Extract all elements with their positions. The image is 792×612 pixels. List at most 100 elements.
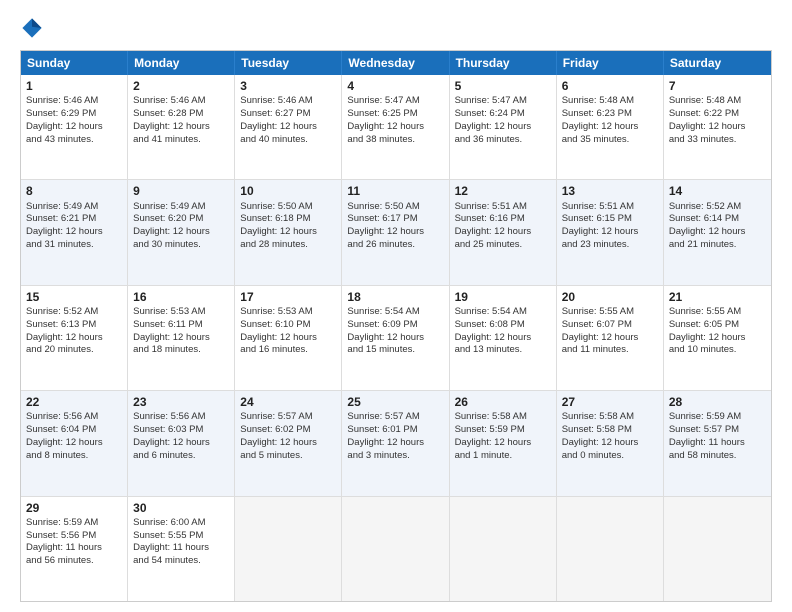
day-cell-9: 9Sunrise: 5:49 AMSunset: 6:20 PMDaylight… (128, 180, 235, 284)
day-detail: Sunset: 6:24 PM (455, 108, 551, 121)
day-detail: Daylight: 12 hours (26, 332, 122, 345)
day-detail: Sunset: 6:18 PM (240, 213, 336, 226)
day-detail: and 21 minutes. (669, 239, 766, 252)
day-detail: Daylight: 12 hours (26, 121, 122, 134)
day-cell-10: 10Sunrise: 5:50 AMSunset: 6:18 PMDayligh… (235, 180, 342, 284)
day-detail: Sunrise: 5:46 AM (240, 95, 336, 108)
day-detail: and 58 minutes. (669, 450, 766, 463)
day-detail: Sunset: 6:08 PM (455, 319, 551, 332)
day-detail: Sunrise: 5:48 AM (669, 95, 766, 108)
weekday-header-tuesday: Tuesday (235, 51, 342, 75)
weekday-header-saturday: Saturday (664, 51, 771, 75)
day-detail: Sunrise: 5:52 AM (26, 306, 122, 319)
day-detail: Daylight: 12 hours (133, 332, 229, 345)
day-detail: Daylight: 11 hours (669, 437, 766, 450)
header (20, 16, 772, 40)
day-number: 10 (240, 183, 336, 199)
day-detail: and 3 minutes. (347, 450, 443, 463)
day-detail: Sunset: 6:27 PM (240, 108, 336, 121)
day-detail: Daylight: 12 hours (562, 332, 658, 345)
logo-icon (20, 16, 44, 40)
day-detail: Sunset: 6:14 PM (669, 213, 766, 226)
day-detail: and 6 minutes. (133, 450, 229, 463)
day-detail: Daylight: 11 hours (133, 542, 229, 555)
day-detail: Sunrise: 5:49 AM (26, 201, 122, 214)
day-number: 29 (26, 500, 122, 516)
day-number: 11 (347, 183, 443, 199)
day-detail: Sunrise: 5:53 AM (133, 306, 229, 319)
day-cell-4: 4Sunrise: 5:47 AMSunset: 6:25 PMDaylight… (342, 75, 449, 179)
day-detail: Sunset: 5:57 PM (669, 424, 766, 437)
day-detail: Sunrise: 5:55 AM (669, 306, 766, 319)
day-detail: Sunset: 6:03 PM (133, 424, 229, 437)
day-detail: Sunset: 6:11 PM (133, 319, 229, 332)
day-number: 26 (455, 394, 551, 410)
day-number: 14 (669, 183, 766, 199)
day-detail: Daylight: 12 hours (347, 226, 443, 239)
day-detail: Daylight: 12 hours (347, 332, 443, 345)
day-detail: Sunrise: 5:58 AM (562, 411, 658, 424)
day-cell-8: 8Sunrise: 5:49 AMSunset: 6:21 PMDaylight… (21, 180, 128, 284)
day-detail: Sunrise: 5:46 AM (26, 95, 122, 108)
day-detail: Sunrise: 5:47 AM (455, 95, 551, 108)
day-detail: Sunset: 6:22 PM (669, 108, 766, 121)
day-detail: and 54 minutes. (133, 555, 229, 568)
day-detail: Daylight: 12 hours (562, 226, 658, 239)
day-detail: and 15 minutes. (347, 344, 443, 357)
day-detail: Sunset: 6:25 PM (347, 108, 443, 121)
day-detail: Daylight: 12 hours (455, 121, 551, 134)
day-detail: Sunset: 6:09 PM (347, 319, 443, 332)
day-cell-12: 12Sunrise: 5:51 AMSunset: 6:16 PMDayligh… (450, 180, 557, 284)
empty-cell (342, 497, 449, 601)
day-cell-28: 28Sunrise: 5:59 AMSunset: 5:57 PMDayligh… (664, 391, 771, 495)
day-detail: Daylight: 12 hours (669, 121, 766, 134)
day-cell-29: 29Sunrise: 5:59 AMSunset: 5:56 PMDayligh… (21, 497, 128, 601)
day-detail: and 20 minutes. (26, 344, 122, 357)
day-number: 22 (26, 394, 122, 410)
day-number: 2 (133, 78, 229, 94)
day-detail: and 5 minutes. (240, 450, 336, 463)
day-detail: Sunset: 6:05 PM (669, 319, 766, 332)
day-number: 24 (240, 394, 336, 410)
day-cell-26: 26Sunrise: 5:58 AMSunset: 5:59 PMDayligh… (450, 391, 557, 495)
calendar-body: 1Sunrise: 5:46 AMSunset: 6:29 PMDaylight… (21, 75, 771, 601)
weekday-header-sunday: Sunday (21, 51, 128, 75)
day-detail: and 40 minutes. (240, 134, 336, 147)
day-detail: and 1 minute. (455, 450, 551, 463)
day-detail: and 16 minutes. (240, 344, 336, 357)
day-detail: Sunset: 5:55 PM (133, 530, 229, 543)
calendar: SundayMondayTuesdayWednesdayThursdayFrid… (20, 50, 772, 602)
day-detail: and 11 minutes. (562, 344, 658, 357)
day-detail: and 0 minutes. (562, 450, 658, 463)
day-detail: and 10 minutes. (669, 344, 766, 357)
day-detail: and 25 minutes. (455, 239, 551, 252)
day-detail: Sunrise: 5:51 AM (562, 201, 658, 214)
day-detail: Sunset: 6:17 PM (347, 213, 443, 226)
day-detail: Sunrise: 5:55 AM (562, 306, 658, 319)
day-detail: and 35 minutes. (562, 134, 658, 147)
day-detail: Daylight: 12 hours (133, 437, 229, 450)
day-cell-1: 1Sunrise: 5:46 AMSunset: 6:29 PMDaylight… (21, 75, 128, 179)
day-detail: Sunrise: 5:53 AM (240, 306, 336, 319)
day-number: 17 (240, 289, 336, 305)
day-detail: Sunrise: 5:51 AM (455, 201, 551, 214)
day-detail: Daylight: 12 hours (455, 226, 551, 239)
calendar-row-4: 29Sunrise: 5:59 AMSunset: 5:56 PMDayligh… (21, 497, 771, 601)
calendar-row-3: 22Sunrise: 5:56 AMSunset: 6:04 PMDayligh… (21, 391, 771, 496)
day-detail: Daylight: 12 hours (562, 437, 658, 450)
day-detail: and 18 minutes. (133, 344, 229, 357)
day-detail: Daylight: 12 hours (240, 121, 336, 134)
day-number: 13 (562, 183, 658, 199)
day-cell-14: 14Sunrise: 5:52 AMSunset: 6:14 PMDayligh… (664, 180, 771, 284)
day-number: 21 (669, 289, 766, 305)
day-cell-23: 23Sunrise: 5:56 AMSunset: 6:03 PMDayligh… (128, 391, 235, 495)
day-detail: Sunrise: 5:54 AM (347, 306, 443, 319)
day-number: 23 (133, 394, 229, 410)
weekday-header-wednesday: Wednesday (342, 51, 449, 75)
day-number: 25 (347, 394, 443, 410)
calendar-row-1: 8Sunrise: 5:49 AMSunset: 6:21 PMDaylight… (21, 180, 771, 285)
day-number: 27 (562, 394, 658, 410)
day-cell-24: 24Sunrise: 5:57 AMSunset: 6:02 PMDayligh… (235, 391, 342, 495)
day-detail: Sunrise: 5:59 AM (669, 411, 766, 424)
day-detail: Daylight: 12 hours (669, 332, 766, 345)
